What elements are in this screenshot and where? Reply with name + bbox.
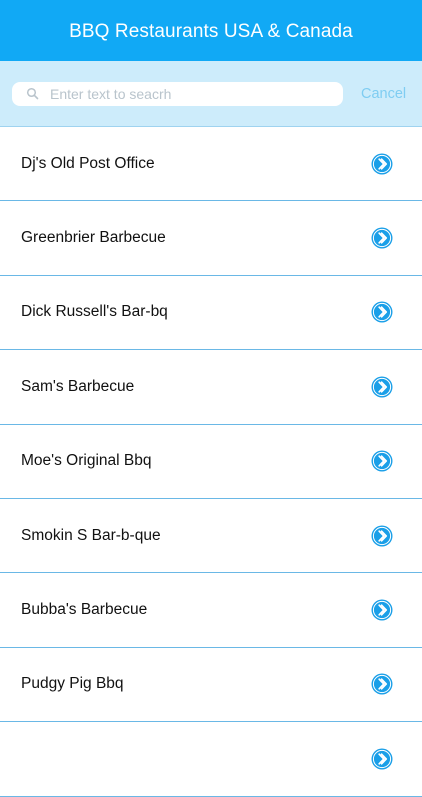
search-input[interactable]: [50, 82, 335, 106]
restaurant-name: Pudgy Pig Bbq: [21, 675, 124, 693]
chevron-right-circle-icon[interactable]: [371, 301, 393, 323]
list-item[interactable]: Smokin S Bar-b-que: [0, 498, 422, 574]
search-icon: [26, 87, 39, 100]
chevron-right-circle-icon[interactable]: [371, 153, 393, 175]
restaurant-name: Greenbrier Barbecue: [21, 229, 166, 247]
cancel-button[interactable]: Cancel: [361, 86, 406, 102]
page-title: BBQ Restaurants USA & Canada: [69, 20, 353, 42]
restaurant-name: Sam's Barbecue: [21, 377, 135, 395]
chevron-right-circle-icon[interactable]: [371, 599, 393, 621]
restaurant-name: Smokin S Bar-b-que: [21, 526, 161, 544]
chevron-right-circle-icon[interactable]: [371, 748, 393, 770]
restaurant-name: Bubba's Barbecue: [21, 601, 148, 619]
list-item[interactable]: [0, 722, 422, 797]
restaurant-name: Moe's Original Bbq: [21, 452, 152, 470]
restaurant-list: Dj's Old Post Office Greenbrier Barbecue…: [0, 127, 422, 797]
list-item[interactable]: Pudgy Pig Bbq: [0, 647, 422, 723]
list-item[interactable]: Dj's Old Post Office: [0, 127, 422, 202]
list-item[interactable]: Bubba's Barbecue: [0, 573, 422, 648]
chevron-right-circle-icon[interactable]: [371, 450, 393, 472]
search-bar: Cancel: [0, 61, 422, 127]
list-item[interactable]: Sam's Barbecue: [0, 350, 422, 425]
navigation-bar: BBQ Restaurants USA & Canada: [0, 0, 422, 61]
chevron-right-circle-icon[interactable]: [371, 376, 393, 398]
restaurant-name: Dj's Old Post Office: [21, 154, 155, 172]
restaurant-name: Dick Russell's Bar-bq: [21, 303, 168, 321]
list-item[interactable]: Moe's Original Bbq: [0, 424, 422, 499]
list-item[interactable]: Dick Russell's Bar-bq: [0, 275, 422, 351]
chevron-right-circle-icon[interactable]: [371, 227, 393, 249]
search-field[interactable]: [12, 82, 343, 106]
chevron-right-circle-icon[interactable]: [371, 673, 393, 695]
list-item[interactable]: Greenbrier Barbecue: [0, 201, 422, 276]
chevron-right-circle-icon[interactable]: [371, 525, 393, 547]
